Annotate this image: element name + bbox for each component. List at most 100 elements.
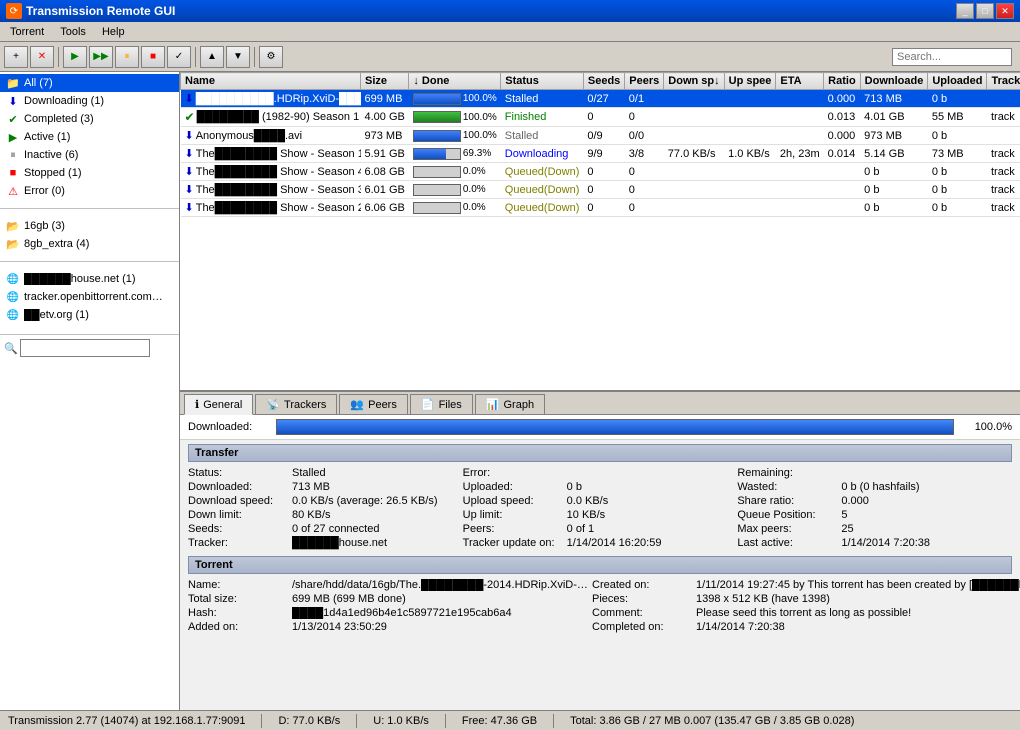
torrent-pieces-row: Pieces: 1398 x 512 KB (have 1398)	[592, 592, 1020, 606]
sidebar-tracker-1[interactable]: 🌐 ██████house.net (1)	[0, 270, 179, 288]
table-row[interactable]: ⬇ The████████ Show - Season 3 6.01 GB 0.…	[181, 181, 1020, 199]
cell-done: 0.0%	[409, 163, 501, 181]
toolbar-up-button[interactable]: ▲	[200, 46, 224, 68]
queue-position-value: 5	[841, 509, 847, 521]
cell-size: 5.91 GB	[361, 145, 409, 163]
toolbar-verify-button[interactable]: ✓	[167, 46, 191, 68]
tab-peers[interactable]: 👥 Peers	[339, 394, 407, 414]
cell-seeds: 0	[583, 181, 624, 199]
cell-eta	[776, 199, 824, 217]
torrent-completed-row: Completed on: 1/14/2014 7:20:38	[592, 620, 1020, 634]
col-done[interactable]: ↓ Done	[409, 73, 501, 90]
transfer-col-1: Status: Stalled Downloaded: 713 MB Downl…	[188, 466, 463, 550]
toolbar-start-button[interactable]: ▶	[63, 46, 87, 68]
toolbar-remove-button[interactable]: ✕	[30, 46, 54, 68]
menu-torrent[interactable]: Torrent	[4, 24, 50, 40]
col-size[interactable]: Size	[361, 73, 409, 90]
statusbar-sep-3	[445, 714, 446, 728]
tab-files-label: Files	[439, 399, 462, 411]
download-speed-value: 0.0 KB/s (average: 26.5 KB/s)	[292, 495, 438, 507]
last-active-row: Last active: 1/14/2014 7:20:38	[737, 536, 1012, 550]
torrent-comment-row: Comment: Please seed this torrent as lon…	[592, 606, 1020, 620]
col-uploaded[interactable]: Uploaded	[928, 73, 987, 90]
sidebar-directories-header	[0, 208, 179, 215]
stopped-icon: ■	[6, 166, 20, 180]
sidebar-search-input[interactable]	[20, 339, 150, 357]
sidebar-tracker-2[interactable]: 🌐 tracker.openbittorrent.com (5	[0, 288, 179, 306]
toolbar-pause-button[interactable]: ⏸	[115, 46, 139, 68]
statusbar-down-speed: D: 77.0 KB/s	[278, 715, 340, 727]
col-ratio[interactable]: Ratio	[824, 73, 861, 90]
col-up-speed[interactable]: Up spee	[724, 73, 776, 90]
tab-graph[interactable]: 📊 Graph	[475, 394, 545, 414]
cell-done: 100.0%	[409, 127, 501, 145]
col-name[interactable]: Name	[181, 73, 361, 90]
cell-peers: 0	[625, 181, 664, 199]
cell-ratio: 0.014	[824, 145, 861, 163]
col-peers[interactable]: Peers	[625, 73, 664, 90]
sidebar-item-error[interactable]: ⚠ Error (0)	[0, 182, 179, 200]
cell-down-speed	[664, 108, 724, 127]
cell-done: 100.0%	[409, 108, 501, 127]
tab-files[interactable]: 📄 Files	[410, 394, 473, 414]
close-button[interactable]: ✕	[996, 3, 1014, 19]
col-tracker[interactable]: Track	[987, 73, 1020, 90]
tab-trackers-icon: 📡	[266, 398, 280, 411]
toolbar-settings-button[interactable]: ⚙	[259, 46, 283, 68]
col-eta[interactable]: ETA	[776, 73, 824, 90]
torrent-table-container[interactable]: Name Size ↓ Done Status Seeds Peers Down…	[180, 72, 1020, 390]
queue-position-label: Queue Position:	[737, 509, 837, 521]
cell-eta: 2h, 23m	[776, 145, 824, 163]
share-ratio-label: Share ratio:	[737, 495, 837, 507]
table-row[interactable]: ⬇ The████████ Show - Season 1 5.91 GB 69…	[181, 145, 1020, 163]
sidebar-tracker-3[interactable]: 🌐 ██etv.org (1)	[0, 306, 179, 324]
sidebar-tracker-3-label: ██etv.org (1)	[24, 309, 89, 321]
sidebar-item-inactive[interactable]: ⏸ Inactive (6)	[0, 146, 179, 164]
torrent-pieces-value: 1398 x 512 KB (have 1398)	[696, 593, 830, 605]
col-status[interactable]: Status	[501, 73, 584, 90]
downloaded-label: Downloaded:	[188, 481, 288, 493]
active-icon: ▶	[6, 130, 20, 144]
col-downloaded[interactable]: Downloade	[860, 73, 928, 90]
table-row[interactable]: ⬇ The████████ Show - Season 4 6.08 GB 0.…	[181, 163, 1020, 181]
tab-trackers[interactable]: 📡 Trackers	[255, 394, 337, 414]
cell-up-speed	[724, 108, 776, 127]
sidebar-item-completed[interactable]: ✔ Completed (3)	[0, 110, 179, 128]
content-area: Name Size ↓ Done Status Seeds Peers Down…	[180, 72, 1020, 710]
sidebar-item-stopped[interactable]: ■ Stopped (1)	[0, 164, 179, 182]
tab-general[interactable]: ℹ General	[184, 394, 253, 415]
col-down-speed[interactable]: Down sp↓	[664, 73, 724, 90]
cell-status: Stalled	[501, 90, 584, 108]
sidebar-item-completed-label: Completed (3)	[24, 113, 94, 125]
search-input[interactable]	[892, 48, 1012, 66]
minimize-button[interactable]: _	[956, 3, 974, 19]
sidebar-item-error-label: Error (0)	[24, 185, 65, 197]
sidebar-item-active[interactable]: ▶ Active (1)	[0, 128, 179, 146]
seeds-label: Seeds:	[188, 523, 288, 535]
cell-name: ⬇ The████████ Show - Season 4	[181, 163, 361, 181]
cell-status: Downloading	[501, 145, 584, 163]
menu-help[interactable]: Help	[96, 24, 131, 40]
cell-size: 6.01 GB	[361, 181, 409, 199]
table-row[interactable]: ⬇ ██████████.HDRip.XviD-███ 699 MB 100.0…	[181, 90, 1020, 108]
down-limit-label: Down limit:	[188, 509, 288, 521]
last-active-value: 1/14/2014 7:20:38	[841, 537, 930, 549]
toolbar-start-all-button[interactable]: ▶▶	[89, 46, 113, 68]
menu-tools[interactable]: Tools	[54, 24, 92, 40]
sidebar-item-8gb[interactable]: 📂 8gb_extra (4)	[0, 235, 179, 253]
table-row[interactable]: ✔ ████████ (1982-90) Season 1 4.00 GB 10…	[181, 108, 1020, 127]
torrent-header: Torrent	[188, 556, 1012, 574]
sidebar-item-16gb[interactable]: 📂 16gb (3)	[0, 217, 179, 235]
maximize-button[interactable]: □	[976, 3, 994, 19]
col-seeds[interactable]: Seeds	[583, 73, 624, 90]
toolbar-add-button[interactable]: +	[4, 46, 28, 68]
sidebar-item-downloading[interactable]: ⬇ Downloading (1)	[0, 92, 179, 110]
table-row[interactable]: ⬇ The████████ Show - Season 2 6.06 GB 0.…	[181, 199, 1020, 217]
toolbar-down-button[interactable]: ▼	[226, 46, 250, 68]
table-row[interactable]: ⬇ Anonymous████.avi 973 MB 100.0% Stalle…	[181, 127, 1020, 145]
sidebar-item-all[interactable]: 📁 All (7)	[0, 74, 179, 92]
torrent-size-value: 699 MB (699 MB done)	[292, 593, 406, 605]
cell-down-speed	[664, 181, 724, 199]
toolbar-stop-all-button[interactable]: ■	[141, 46, 165, 68]
cell-downloaded: 0 b	[860, 163, 928, 181]
